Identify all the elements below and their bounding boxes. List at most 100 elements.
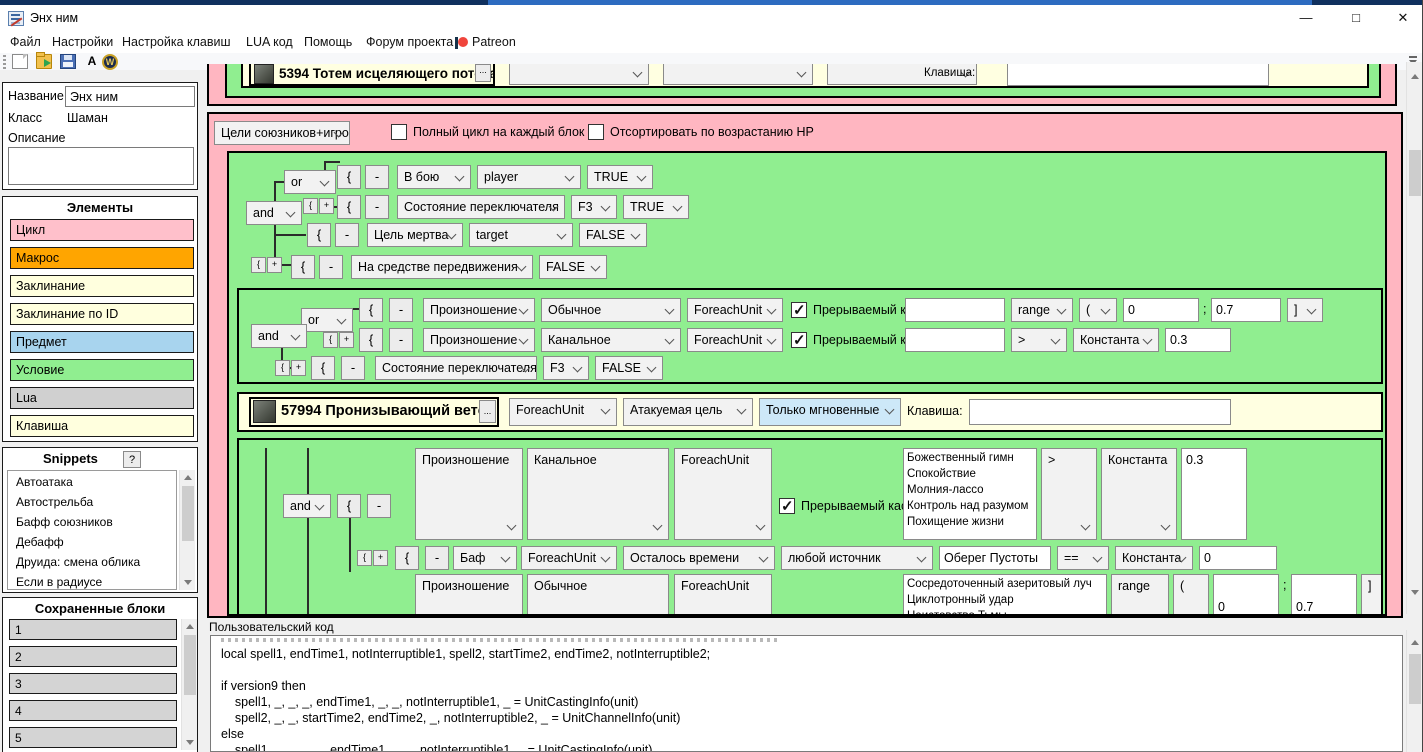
menu-lua-code[interactable]: LUA код (242, 34, 297, 50)
condition-select[interactable]: Цель мертва (367, 223, 463, 247)
cast-type-select[interactable]: Канальное (541, 328, 681, 352)
minus-button[interactable]: - (389, 328, 413, 352)
op-select[interactable]: > (1011, 328, 1067, 352)
brace-button[interactable]: { (395, 546, 419, 570)
bool-select[interactable]: FALSE (579, 223, 647, 247)
key-input[interactable] (1007, 64, 1269, 86)
saved-block-4[interactable]: 4 (9, 700, 177, 721)
element-cycle[interactable]: Цикл (10, 219, 194, 241)
new-file-icon[interactable] (12, 54, 28, 69)
constant-input[interactable] (1165, 328, 1231, 352)
switch-select[interactable]: F3 (543, 356, 589, 380)
buff-name-input[interactable] (939, 546, 1051, 570)
bool-select[interactable]: FALSE (595, 356, 663, 380)
source-select[interactable]: Константа (1073, 328, 1159, 352)
menu-key-settings[interactable]: Настройка клавиш (118, 34, 235, 50)
op-select[interactable]: range (1111, 574, 1169, 616)
snippet-item[interactable]: Бафф союзников (16, 515, 113, 529)
brace-button[interactable]: { (307, 223, 331, 247)
cast-type-select[interactable]: Канальное (527, 448, 669, 540)
spell-browse-button[interactable]: ... (479, 400, 496, 423)
interruptible-checkbox[interactable] (791, 302, 807, 318)
brace-button[interactable]: { (359, 328, 383, 352)
brace-button[interactable]: { (337, 195, 361, 219)
condition-select[interactable]: Состояние переключателя (375, 356, 537, 380)
op-select[interactable]: > (1041, 448, 1097, 540)
unit-select[interactable]: ForeachUnit (687, 328, 783, 352)
element-condition[interactable]: Условие (10, 359, 194, 381)
minus-button[interactable]: - (365, 195, 389, 219)
interruptible-checkbox[interactable] (779, 498, 795, 514)
toolbar-grip[interactable] (3, 55, 6, 69)
snippet-item[interactable]: Автострельба (16, 495, 93, 509)
description-input[interactable] (8, 147, 194, 185)
menu-help[interactable]: Помощь (300, 34, 356, 50)
cast-filter-select[interactable]: Только мгновенные (759, 398, 901, 426)
minus-button[interactable]: - (425, 546, 449, 570)
condition-select[interactable]: В бою (397, 165, 471, 189)
spell-list-item[interactable]: Контроль над разумом (907, 498, 1033, 514)
cast-type-select[interactable]: Обычное (527, 574, 669, 616)
bool-select[interactable]: TRUE (623, 195, 689, 219)
spell-list-item[interactable]: Сосредоточенный азеритовый луч (907, 576, 1103, 592)
op-select[interactable]: == (1057, 546, 1109, 570)
full-cycle-checkbox[interactable] (391, 124, 407, 140)
condition-select[interactable]: Произношение (415, 574, 523, 616)
bool-select[interactable]: FALSE (539, 255, 607, 279)
param-select[interactable]: Осталось времени (623, 546, 775, 570)
bracket-open-select[interactable]: ( (1173, 574, 1209, 616)
spell-list-item[interactable]: Неистовство Тьмы (907, 608, 1103, 616)
range-max-input[interactable] (1211, 298, 1281, 322)
minus-button[interactable]: - (319, 255, 343, 279)
plus-mini-button[interactable]: + (373, 550, 388, 566)
spell-list-item[interactable]: Похищение жизни (907, 514, 1033, 530)
saved-blocks-scrollbar[interactable] (181, 619, 197, 750)
unit-select[interactable]: ForeachUnit (509, 398, 617, 426)
saved-block-5[interactable]: 5 (9, 727, 177, 748)
minus-button[interactable]: - (367, 494, 391, 518)
or-select[interactable]: or (284, 170, 336, 194)
a-button[interactable]: A (84, 54, 100, 69)
saved-block-1[interactable]: 1 (9, 619, 177, 640)
menu-settings[interactable]: Настройки (48, 34, 117, 50)
maximize-button[interactable]: □ (1333, 5, 1379, 31)
brace-button[interactable]: { (337, 494, 361, 518)
source-select[interactable]: Константа (1101, 448, 1177, 540)
range-max-input[interactable] (1291, 574, 1357, 616)
brace-button[interactable]: { (337, 165, 361, 189)
spell-button[interactable]: 57994 Пронизывающий ветер ... (249, 397, 499, 427)
condition-select[interactable]: Произношение (415, 448, 523, 540)
constant-input[interactable] (1199, 546, 1277, 570)
op-select[interactable]: range (1011, 298, 1073, 322)
brace-mini-button[interactable]: { (323, 332, 338, 348)
condition-select[interactable]: Баф (453, 546, 517, 570)
plus-mini-button[interactable]: + (339, 332, 354, 348)
range-min-input[interactable] (1213, 574, 1279, 616)
user-code-editor[interactable]: local spell1, endTime1, notInterruptible… (210, 635, 1403, 752)
source-select[interactable]: Константа (1115, 546, 1193, 570)
unit-select[interactable]: target (469, 223, 573, 247)
source-filter-select[interactable]: любой источник (781, 546, 933, 570)
bracket-close-select[interactable]: ] (1361, 574, 1383, 616)
element-spell[interactable]: Заклинание (10, 275, 194, 297)
bracket-close-select[interactable]: ] (1287, 298, 1323, 322)
main-scrollbar-thumb[interactable] (1409, 150, 1421, 196)
snippet-item[interactable]: Дебафф (16, 535, 64, 549)
name-input[interactable] (65, 86, 195, 107)
brace-mini-button[interactable]: { (251, 257, 266, 273)
constant-input[interactable] (1181, 448, 1247, 540)
target-mode-select[interactable]: Цели союзников+игрока (214, 121, 350, 145)
brace-mini-button[interactable]: { (357, 550, 372, 566)
snippet-item[interactable]: Автоатака (16, 475, 73, 489)
interruptible-checkbox[interactable] (779, 614, 795, 616)
brace-mini-button[interactable]: { (303, 198, 318, 214)
element-macro[interactable]: Макрос (10, 247, 194, 269)
unit-select[interactable]: ForeachUnit (687, 298, 783, 322)
open-file-icon[interactable] (36, 54, 52, 69)
minus-button[interactable]: - (365, 165, 389, 189)
spell-list-item[interactable]: Циклотронный удар (907, 592, 1103, 608)
minus-button[interactable]: - (335, 223, 359, 247)
and-select[interactable]: and (251, 324, 307, 348)
menu-project-forum[interactable]: Форум проекта (362, 34, 457, 50)
spell-list-item[interactable]: Божественный гимн (907, 450, 1033, 466)
